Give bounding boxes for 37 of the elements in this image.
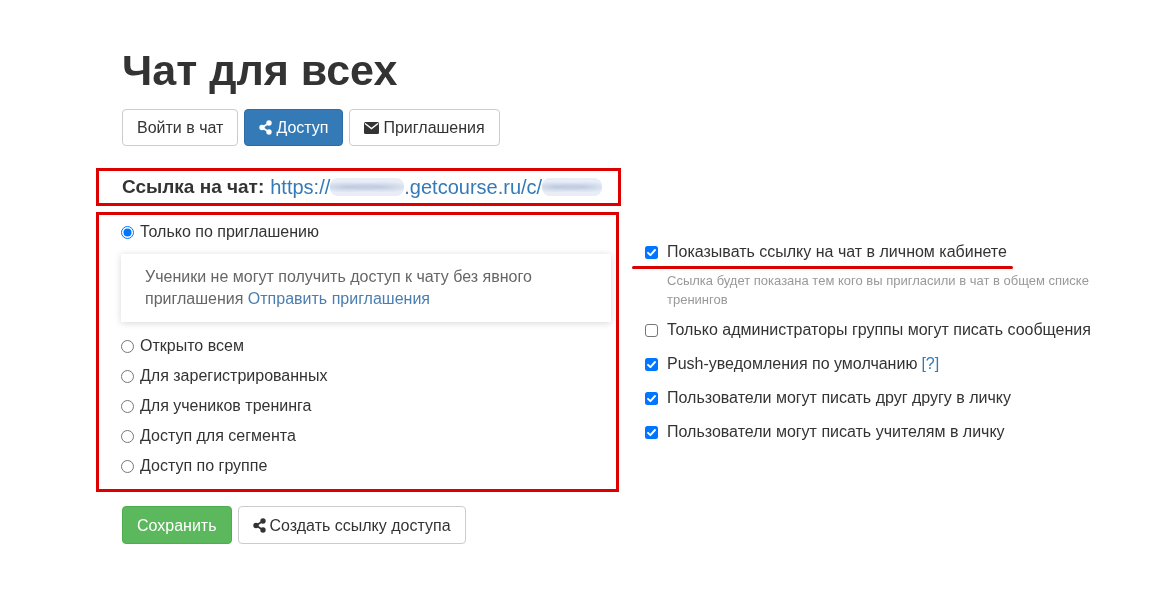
checkbox[interactable]	[645, 245, 658, 259]
checkbox[interactable]	[645, 323, 658, 337]
chat-link-label: Ссылка на чат:	[122, 176, 265, 198]
info-text: Ученики не могут получить доступ к чату без явного приглашения Отправить приглашения	[145, 267, 533, 309]
page-title: Чат для всех	[122, 45, 398, 96]
tab-button[interactable]: Доступ	[244, 109, 344, 146]
tab-button[interactable]: Войти в чат	[122, 109, 239, 146]
share-icon	[259, 120, 273, 135]
send-invites-link[interactable]: Отправить приглашения	[247, 290, 430, 307]
radio-button[interactable]	[121, 459, 134, 473]
envelope-icon	[364, 121, 380, 134]
radio-button[interactable]	[121, 339, 134, 353]
radio-button[interactable]	[121, 399, 134, 413]
checkbox[interactable]	[645, 391, 658, 405]
option-label[interactable]: Для учеников тренинга	[140, 397, 312, 415]
tab-button[interactable]: Приглашения	[349, 109, 500, 146]
hint-text: Ссылка будет показана тем кого вы пригласили в чат в общем списке тренингов	[667, 272, 1090, 309]
option-label[interactable]: Доступ по группе	[140, 457, 268, 475]
share-icon	[252, 517, 266, 533]
checkbox-label[interactable]: Показывать ссылку на чат в личном кабинете	[667, 243, 1007, 261]
checkbox[interactable]	[645, 425, 658, 439]
checkbox-label[interactable]: Пользователи могут писать учителям в личку	[667, 423, 1005, 441]
checkbox[interactable]	[645, 357, 658, 371]
radio-button[interactable]	[121, 429, 134, 443]
option-label[interactable]: Только по приглашению	[140, 223, 319, 241]
option-label[interactable]: Открыто всем	[140, 337, 244, 355]
option-label[interactable]: Доступ для сегмента	[140, 427, 296, 445]
checkbox-label[interactable]: Пользователи могут писать друг другу в личку	[667, 389, 1012, 407]
blurred-text	[542, 178, 603, 196]
radio-button[interactable]	[121, 369, 134, 383]
help-link[interactable]: [?]	[921, 355, 940, 373]
create-link-button[interactable]: Создать ссылку доступа	[237, 506, 466, 544]
checkbox-label[interactable]: Push-уведомления по умолчанию	[667, 355, 918, 373]
radio-button[interactable]	[121, 225, 134, 239]
option-label[interactable]: Для зарегистрированных	[140, 367, 328, 385]
chat-link[interactable]: https:// .getcourse.ru/c/	[270, 175, 603, 199]
checkbox-label[interactable]: Только администраторы группы могут писать сообщения	[667, 321, 1091, 339]
